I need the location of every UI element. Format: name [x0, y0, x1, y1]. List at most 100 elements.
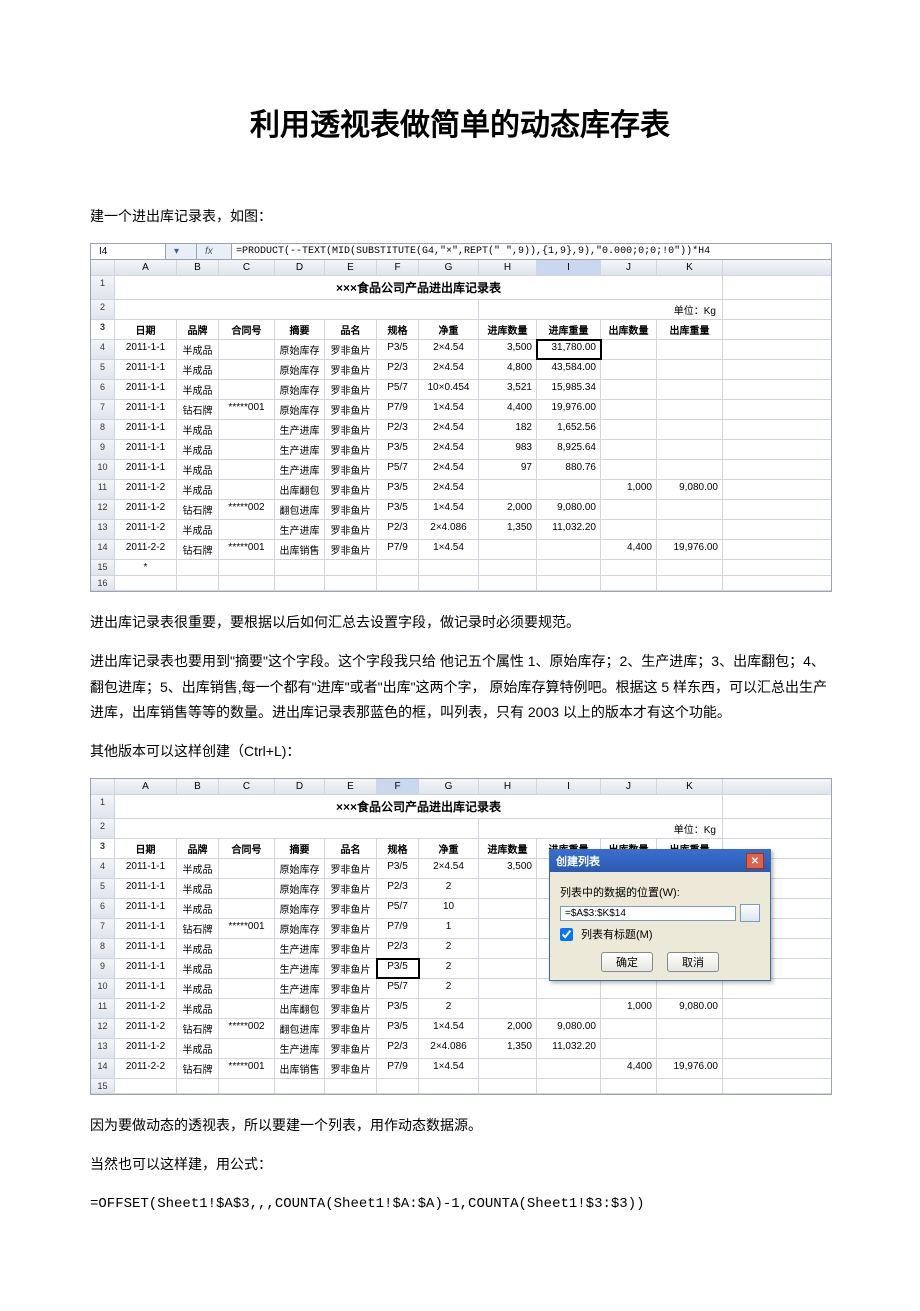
cell[interactable]: 2011-1-2	[115, 500, 177, 519]
cell[interactable]: 10	[419, 899, 479, 918]
row-number[interactable]: 9	[91, 959, 115, 978]
cell[interactable]: P3/5	[377, 500, 419, 519]
cell[interactable]: P2/3	[377, 520, 419, 539]
select-all-corner[interactable]	[91, 779, 115, 794]
cell[interactable]: 罗非鱼片	[325, 999, 377, 1018]
column-header[interactable]: H	[479, 260, 537, 275]
ok-button[interactable]: 确定	[601, 952, 653, 972]
cell[interactable]: 9,080.00	[657, 480, 723, 499]
cell[interactable]	[537, 1059, 601, 1078]
cell[interactable]: 半成品	[177, 340, 219, 359]
row-number[interactable]: 7	[91, 400, 115, 419]
cell[interactable]	[275, 560, 325, 575]
cell[interactable]	[479, 480, 537, 499]
cell[interactable]: 生产进库	[275, 420, 325, 439]
cell[interactable]	[177, 1079, 219, 1093]
cell[interactable]	[657, 979, 723, 998]
cell[interactable]: P5/7	[377, 460, 419, 479]
cell[interactable]	[219, 1079, 275, 1093]
cell[interactable]	[479, 959, 537, 978]
cell[interactable]: P3/5	[377, 340, 419, 359]
cell[interactable]: P3/5	[377, 959, 419, 978]
cell[interactable]	[479, 939, 537, 958]
cell[interactable]	[479, 560, 537, 575]
cell[interactable]: 2×4.54	[419, 859, 479, 878]
cell[interactable]: 2011-1-1	[115, 420, 177, 439]
cell[interactable]: 4,400	[601, 1059, 657, 1078]
cell[interactable]: 罗非鱼片	[325, 1019, 377, 1038]
cell[interactable]: 半成品	[177, 879, 219, 898]
cell[interactable]	[601, 520, 657, 539]
name-box-dropdown-icon[interactable]: ▾	[166, 244, 197, 259]
cell[interactable]	[657, 560, 723, 575]
cell[interactable]: 罗非鱼片	[325, 939, 377, 958]
row-number[interactable]: 14	[91, 1059, 115, 1078]
cell[interactable]: 罗非鱼片	[325, 480, 377, 499]
cell[interactable]: 9,080.00	[537, 500, 601, 519]
dialog-titlebar[interactable]: 创建列表 ✕	[550, 850, 770, 872]
column-header[interactable]: A	[115, 260, 177, 275]
cell[interactable]	[601, 380, 657, 399]
cell[interactable]	[537, 1079, 601, 1093]
cell[interactable]: 2011-1-2	[115, 1039, 177, 1058]
cell[interactable]: P5/7	[377, 380, 419, 399]
cell[interactable]: 原始库存	[275, 360, 325, 379]
cell[interactable]	[219, 576, 275, 590]
cell[interactable]: 2,000	[479, 1019, 537, 1038]
row-number[interactable]: 13	[91, 1039, 115, 1058]
cell[interactable]: 罗非鱼片	[325, 1059, 377, 1078]
cell[interactable]	[537, 979, 601, 998]
cell[interactable]	[219, 899, 275, 918]
column-header[interactable]: G	[419, 260, 479, 275]
cell[interactable]: 钻石牌	[177, 1019, 219, 1038]
cell[interactable]: 生产进库	[275, 520, 325, 539]
cell[interactable]: *****002	[219, 1019, 275, 1038]
cell[interactable]	[219, 440, 275, 459]
cell[interactable]	[275, 576, 325, 590]
cell[interactable]: 出库翻包	[275, 999, 325, 1018]
cell[interactable]	[219, 380, 275, 399]
cell[interactable]: 983	[479, 440, 537, 459]
cell[interactable]: 罗非鱼片	[325, 859, 377, 878]
cell[interactable]: 3,500	[479, 340, 537, 359]
column-header[interactable]: B	[177, 779, 219, 794]
cell[interactable]: 半成品	[177, 380, 219, 399]
cell[interactable]	[219, 520, 275, 539]
cell[interactable]	[219, 360, 275, 379]
cell[interactable]: 翻包进库	[275, 1019, 325, 1038]
cell[interactable]: 1,000	[601, 999, 657, 1018]
cell[interactable]: 2×4.086	[419, 1039, 479, 1058]
column-header[interactable]: G	[419, 779, 479, 794]
cell[interactable]: 4,400	[601, 540, 657, 559]
column-header[interactable]: F	[377, 260, 419, 275]
row-number[interactable]: 8	[91, 939, 115, 958]
cell[interactable]	[479, 919, 537, 938]
cell[interactable]	[479, 899, 537, 918]
cell[interactable]: 原始库存	[275, 919, 325, 938]
cell[interactable]	[219, 1039, 275, 1058]
cell[interactable]: 2×4.54	[419, 460, 479, 479]
cell[interactable]	[479, 979, 537, 998]
row-number[interactable]: 15	[91, 560, 115, 575]
row-number[interactable]: 12	[91, 1019, 115, 1038]
name-box[interactable]: I4	[91, 244, 166, 259]
cell[interactable]: 罗非鱼片	[325, 460, 377, 479]
cell[interactable]	[219, 999, 275, 1018]
cell[interactable]: 钻石牌	[177, 1059, 219, 1078]
cell[interactable]: 2×4.54	[419, 440, 479, 459]
cell[interactable]: 罗非鱼片	[325, 959, 377, 978]
cell[interactable]: 2×4.54	[419, 360, 479, 379]
row-number[interactable]: 5	[91, 879, 115, 898]
cell[interactable]	[479, 1059, 537, 1078]
column-header[interactable]: A	[115, 779, 177, 794]
cell[interactable]: 钻石牌	[177, 400, 219, 419]
cell[interactable]: 2011-1-1	[115, 859, 177, 878]
row-number[interactable]: 14	[91, 540, 115, 559]
column-header[interactable]: K	[657, 779, 723, 794]
cell[interactable]: 1×4.54	[419, 540, 479, 559]
cell[interactable]: 2	[419, 939, 479, 958]
cell[interactable]: 生产进库	[275, 979, 325, 998]
row-number[interactable]: 6	[91, 380, 115, 399]
cell[interactable]: 9,080.00	[537, 1019, 601, 1038]
cell[interactable]	[537, 576, 601, 590]
